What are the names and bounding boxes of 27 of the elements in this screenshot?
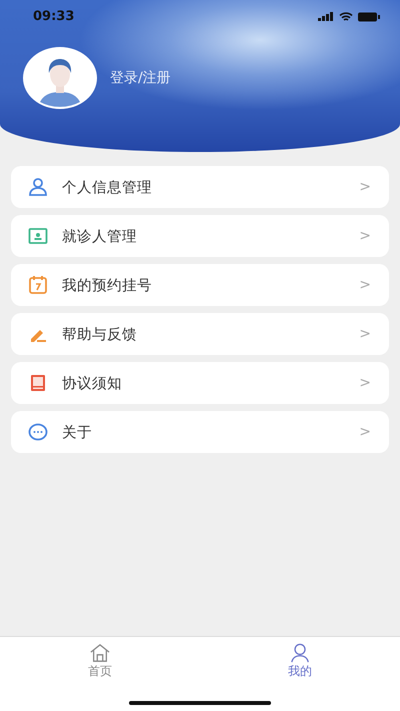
tab[interactable]: 我的: [200, 637, 400, 711]
chevron: >: [359, 277, 371, 293]
menu-item[interactable]: 就诊人管理 >: [11, 215, 389, 257]
signal-icon: [318, 12, 334, 21]
menu-item[interactable]: 我的预约挂号 >: [11, 264, 389, 306]
chevron: >: [359, 228, 371, 244]
menu-item[interactable]: 帮助与反馈 >: [11, 313, 389, 355]
avatar[interactable]: [22, 46, 98, 110]
person-icon: [289, 643, 311, 663]
menu-item[interactable]: 个人信息管理 >: [11, 166, 389, 208]
book-icon: [28, 373, 48, 393]
calendar-icon: [28, 275, 48, 295]
home-icon: [89, 643, 111, 663]
chevron: >: [359, 375, 371, 391]
battery-icon: [358, 12, 380, 22]
tab[interactable]: 首页: [0, 637, 200, 711]
status-time: 09:33: [33, 9, 74, 24]
menu-item[interactable]: 关于 >: [11, 411, 389, 453]
chat-bubble-icon: [28, 422, 48, 442]
chevron: >: [359, 326, 371, 342]
login-register-link[interactable]: 登录/注册: [110, 69, 171, 87]
person-icon: [28, 177, 48, 197]
chevron: >: [359, 179, 371, 195]
chevron: >: [359, 424, 371, 440]
menu-item[interactable]: 协议须知 >: [11, 362, 389, 404]
id-card-icon: [28, 226, 48, 246]
wifi-icon: [339, 12, 353, 22]
